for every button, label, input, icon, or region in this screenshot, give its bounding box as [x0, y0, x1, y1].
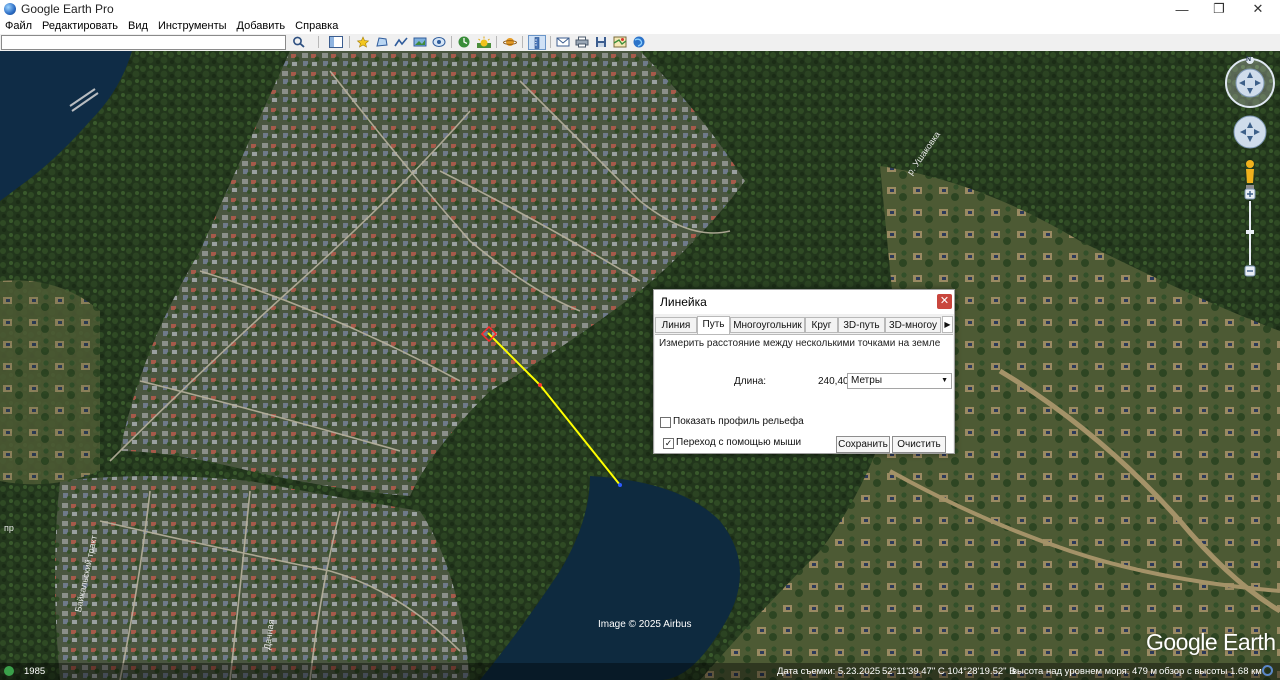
add-image-overlay-icon[interactable]: [412, 35, 428, 49]
mouse-navigation-label: Переход с помощью мыши: [676, 437, 802, 448]
path-vertex: [538, 383, 542, 387]
imagery-year: 1985: [24, 666, 46, 677]
imagery-credit: Image © 2025 Airbus: [598, 619, 692, 630]
add-placemark-icon[interactable]: [355, 35, 371, 49]
streaming-status-icon: [1262, 665, 1273, 676]
menu-bar: Файл Редактировать Вид Инструменты Добав…: [0, 18, 1280, 34]
google-earth-logo: Google Earth: [1146, 629, 1276, 655]
tab-circle[interactable]: Круг: [805, 317, 838, 333]
clear-button[interactable]: Очистить: [892, 436, 946, 453]
search-icon[interactable]: [291, 35, 307, 49]
navigation-controls[interactable]: [1224, 57, 1278, 277]
eye-altitude-readout: обзор с высоты 1.68 км: [1159, 666, 1262, 677]
print-icon[interactable]: [574, 35, 590, 49]
compass-north-label: N: [1246, 56, 1252, 63]
ruler-dialog: Линейка ✕ Линия Путь Многоугольник Круг …: [653, 289, 955, 454]
elevation-readout: высота над уровнем моря: 479 м: [1012, 666, 1158, 677]
historical-imagery-icon[interactable]: [456, 35, 472, 49]
ruler-icon[interactable]: [528, 35, 546, 50]
tab-3d-polygon[interactable]: 3D-многоу: [885, 317, 941, 333]
tab-path[interactable]: Путь: [697, 316, 730, 335]
sidebar-toggle-icon[interactable]: [328, 35, 344, 49]
coordinates-readout: 52°11'39.47" С 104°28'19.52" В: [882, 666, 1016, 677]
menu-add[interactable]: Добавить: [232, 20, 291, 32]
tab-3d-path[interactable]: 3D-путь: [838, 317, 885, 333]
mouse-navigation-checkbox[interactable]: ✓: [663, 438, 674, 449]
record-tour-icon[interactable]: [431, 35, 447, 49]
view-in-maps-icon[interactable]: [612, 35, 628, 49]
maximize-button[interactable]: ❐: [1201, 0, 1237, 18]
close-window-button[interactable]: ✕: [1240, 0, 1276, 18]
length-value: 240,40: [818, 376, 849, 387]
ruler-close-button[interactable]: ✕: [937, 294, 952, 309]
tab-line[interactable]: Линия: [655, 317, 697, 333]
path-end-point: [618, 483, 622, 487]
satellite-imagery: [0, 51, 1280, 680]
road-label-pr: пр: [4, 523, 14, 533]
ruler-tabs: Линия Путь Многоугольник Круг 3D-путь 3D…: [654, 316, 954, 335]
save-button[interactable]: Сохранить: [836, 436, 890, 453]
minimize-button[interactable]: —: [1164, 0, 1200, 18]
ruler-dialog-title: Линейка: [660, 295, 707, 309]
elevation-profile-checkbox[interactable]: [660, 417, 671, 428]
status-bar: 1985 Дата съемки: 5.23.2025 52°11'39.47"…: [0, 663, 1280, 680]
menu-view[interactable]: Вид: [123, 20, 153, 32]
imagery-date: Дата съемки: 5.23.2025: [777, 666, 881, 677]
ruler-path-panel: Измерить расстояние между несколькими то…: [655, 334, 953, 453]
window-title: Google Earth Pro: [21, 2, 114, 16]
elevation-profile-label: Показать профиль рельефа: [673, 416, 804, 427]
ruler-dialog-title-bar[interactable]: Линейка ✕: [654, 290, 954, 314]
sunlight-icon[interactable]: [476, 35, 492, 49]
title-bar: Google Earth Pro — ❐ ✕: [0, 0, 1280, 18]
add-polygon-icon[interactable]: [374, 35, 390, 49]
units-select[interactable]: Метры ▼: [847, 373, 952, 389]
toolbar: [0, 34, 1280, 52]
google-maps-icon[interactable]: [631, 35, 647, 49]
units-selected-value: Метры: [851, 375, 883, 386]
tab-scroll-right-icon[interactable]: ▶: [942, 316, 953, 333]
map-view[interactable]: Байкальский тракт Дачная р. Ушаковка пр …: [0, 51, 1280, 680]
google-earth-app-icon: [4, 3, 16, 15]
length-label: Длина:: [734, 376, 767, 387]
save-image-icon[interactable]: [593, 35, 609, 49]
menu-help[interactable]: Справка: [290, 20, 343, 32]
menu-edit[interactable]: Редактировать: [37, 20, 123, 32]
ruler-description: Измерить расстояние между несколькими то…: [659, 338, 941, 349]
historical-imagery-status-icon[interactable]: [4, 666, 14, 676]
tab-polygon[interactable]: Многоугольник: [730, 317, 805, 333]
add-path-icon[interactable]: [393, 35, 409, 49]
menu-file[interactable]: Файл: [0, 20, 37, 32]
planets-icon[interactable]: [502, 35, 518, 49]
email-icon[interactable]: [555, 35, 571, 49]
search-input[interactable]: [1, 35, 286, 50]
menu-tools[interactable]: Инструменты: [153, 20, 232, 32]
chevron-down-icon: ▼: [941, 377, 948, 384]
